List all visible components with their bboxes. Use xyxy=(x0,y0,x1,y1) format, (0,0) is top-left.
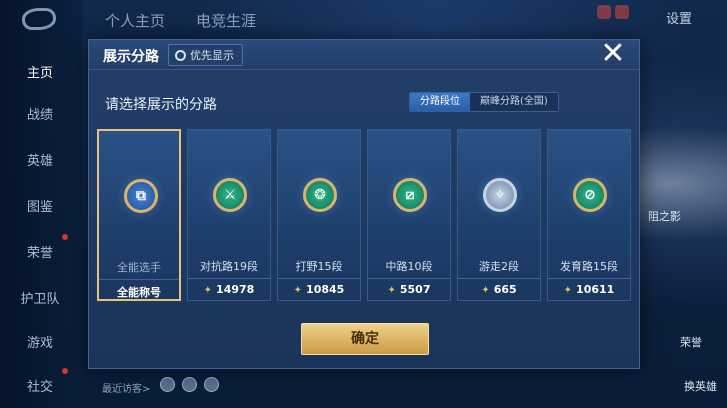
score-value: 5507 xyxy=(399,283,431,296)
lane-segment-toggle: 分路段位 巅峰分路(全国) xyxy=(409,92,559,112)
lane-card-score: ✦ 10845 xyxy=(278,283,360,296)
visitor-avatar[interactable] xyxy=(182,377,197,392)
lane-card-name: 对抗路19段 xyxy=(200,260,258,273)
nav-item-honor[interactable]: 荣誉 xyxy=(10,234,70,261)
tab-profile[interactable]: 个人主页 xyxy=(105,10,165,31)
lane-card-jungle[interactable]: ❂ 打野15段 ✦ 10845 xyxy=(277,129,361,301)
lane-card-clash[interactable]: ⚔ 对抗路19段 ✦ 14978 xyxy=(187,129,271,301)
right-label-shadow: 阻之影 xyxy=(648,210,681,223)
recent-visitors-link[interactable]: 最近访客> xyxy=(102,380,150,395)
lane-display-dialog: 展示分路 优先显示 ✕ 请选择展示的分路 分路段位 巅峰分路(全国) ⧉ 全能选… xyxy=(88,39,640,369)
roam-emblem-icon: ✧ xyxy=(475,170,525,220)
tab-lane-rank[interactable]: 分路段位 xyxy=(410,93,470,111)
score-value: 10845 xyxy=(306,283,345,296)
lane-card-mid[interactable]: ⧄ 中路10段 ✦ 5507 xyxy=(367,129,451,301)
settings-button[interactable]: 设置 xyxy=(666,8,692,27)
priority-display-label: 优先显示 xyxy=(190,49,234,62)
jungle-emblem-icon: ❂ xyxy=(295,170,345,220)
status-icon xyxy=(615,5,629,19)
emblem-badge: ⊘ xyxy=(573,178,607,212)
lane-card-title: 全能称号 xyxy=(117,286,161,299)
rank-points-icon: ✦ xyxy=(563,285,573,296)
lane-card-score: ✦ 10611 xyxy=(548,283,630,296)
card-divider xyxy=(458,278,540,279)
top-status-icons xyxy=(597,4,647,24)
nav-item-heroes[interactable]: 英雄 xyxy=(10,150,70,169)
card-divider xyxy=(278,278,360,279)
score-value: 10611 xyxy=(576,283,615,296)
lane-card-roam[interactable]: ✧ 游走2段 ✦ 665 xyxy=(457,129,541,301)
lane-card-farm[interactable]: ⊘ 发育路15段 ✦ 10611 xyxy=(547,129,631,301)
tab-esports[interactable]: 电竞生涯 xyxy=(196,10,256,31)
gear-icon xyxy=(175,49,186,61)
clash-lane-emblem-icon: ⚔ xyxy=(205,170,255,220)
lane-card-all-round[interactable]: ⧉ 全能选手 全能称号 xyxy=(97,129,181,301)
right-label-honor: 荣誉 xyxy=(680,336,702,349)
rank-points-icon: ✦ xyxy=(481,285,490,296)
nav-item-home[interactable]: 主页 xyxy=(10,62,70,81)
lane-card-name: 游走2段 xyxy=(479,260,519,273)
dialog-header: 展示分路 优先显示 ✕ xyxy=(89,39,639,70)
nav-label-social: 社交 xyxy=(26,380,53,395)
lane-card-score: ✦ 5507 xyxy=(368,283,450,296)
emblem-badge: ❂ xyxy=(303,178,337,212)
nav-label-honor: 荣誉 xyxy=(26,246,53,261)
visitor-avatar[interactable] xyxy=(160,377,175,392)
nav-item-record[interactable]: 战绩 xyxy=(10,104,70,123)
score-value: 14978 xyxy=(216,283,255,296)
card-divider xyxy=(99,279,179,280)
farm-lane-emblem-icon: ⊘ xyxy=(565,170,615,220)
emblem-badge: ⚔ xyxy=(213,178,247,212)
lane-card-score: ✦ 665 xyxy=(458,283,540,296)
visitor-avatar[interactable] xyxy=(204,377,219,392)
change-hero-button[interactable]: 换英雄 xyxy=(684,378,717,394)
card-divider xyxy=(368,278,450,279)
notification-dot xyxy=(62,234,68,240)
close-icon[interactable]: ✕ xyxy=(599,39,627,69)
rank-points-icon: ✦ xyxy=(387,285,396,296)
lane-card-name: 发育路15段 xyxy=(560,260,618,273)
nav-item-game[interactable]: 游戏 xyxy=(10,332,70,351)
rank-points-icon: ✦ xyxy=(203,285,213,296)
lane-card-name: 打野15段 xyxy=(295,260,343,273)
dialog-prompt: 请选择展示的分路 xyxy=(105,97,217,113)
priority-display-button[interactable]: 优先显示 xyxy=(168,44,243,66)
mid-lane-emblem-icon: ⧄ xyxy=(385,170,435,220)
card-divider xyxy=(188,278,270,279)
confirm-button[interactable]: 确定 xyxy=(301,323,429,355)
back-logo-icon[interactable] xyxy=(22,8,56,30)
dialog-title: 展示分路 xyxy=(103,49,159,65)
lane-card-name: 全能选手 xyxy=(117,261,161,274)
lane-card-name: 中路10段 xyxy=(385,260,433,273)
card-divider xyxy=(548,278,630,279)
notification-dot xyxy=(62,368,68,374)
nav-item-codex[interactable]: 图鉴 xyxy=(10,196,70,215)
nav-item-social[interactable]: 社交 xyxy=(10,368,70,395)
lane-card-score: ✦ 14978 xyxy=(188,283,270,296)
tab-peak-lane[interactable]: 巅峰分路(全国) xyxy=(470,93,558,111)
nav-item-guard[interactable]: 护卫队 xyxy=(10,288,70,307)
all-round-emblem-icon: ⧉ xyxy=(116,171,166,221)
score-value: 665 xyxy=(493,283,517,296)
left-nav: 主页 战绩 英雄 图鉴 荣誉 护卫队 游戏 社交 xyxy=(0,0,82,408)
emblem-badge: ✧ xyxy=(483,178,517,212)
status-icon xyxy=(597,5,611,19)
emblem-badge: ⧄ xyxy=(393,178,427,212)
rank-points-icon: ✦ xyxy=(293,285,303,296)
emblem-badge: ⧉ xyxy=(124,179,158,213)
